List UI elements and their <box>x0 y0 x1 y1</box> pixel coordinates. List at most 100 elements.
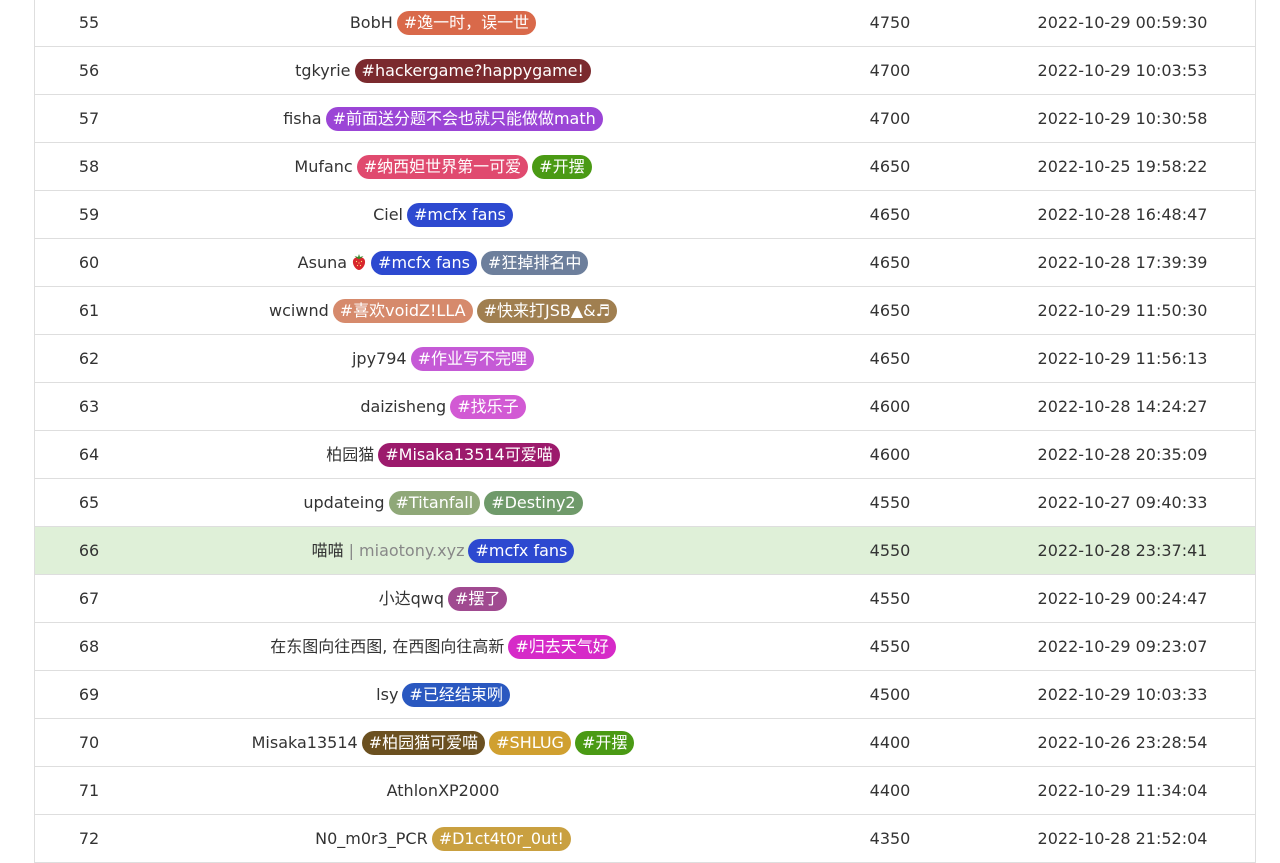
timestamp-cell: 2022-10-29 11:34:04 <box>1037 781 1208 800</box>
rank-cell: 67 <box>78 589 100 608</box>
score-cell: 4550 <box>869 493 911 512</box>
rank-cell: 71 <box>78 781 100 800</box>
rank-cell: 65 <box>78 493 100 512</box>
player-cell: BobH #逸一时，误一世 <box>143 0 743 46</box>
table-row: 64 柏园猫 #Misaka13514可爱喵 4600 2022-10-28 20:35… <box>35 431 1255 479</box>
player-name: Misaka13514 <box>251 733 358 752</box>
timestamp-cell: 2022-10-28 17:39:39 <box>1037 253 1208 272</box>
player-name: jpy794 <box>351 349 407 368</box>
player-tag-badge: #开摆 <box>574 730 635 755</box>
player-site-link[interactable]: miaotony.xyz <box>359 541 464 560</box>
player-tag-badge: #找乐子 <box>450 394 526 419</box>
player-tag-badge: #已经结束咧 <box>402 682 510 707</box>
table-row: 67 小达qwq #摆了 4550 2022-10-29 00:24:47 <box>35 575 1255 623</box>
player-name: Asuna <box>297 253 348 272</box>
rank-cell: 61 <box>78 301 100 320</box>
table-row: 61 wciwnd #喜欢voidZ!LLA #快来打JSB▲&♬ 4650 2022-1… <box>35 287 1255 335</box>
timestamp-cell: 2022-10-29 10:03:33 <box>1037 685 1208 704</box>
player-cell: Ciel #mcfx fans <box>143 191 743 238</box>
player-cell: tgkyrie #hackergame?happygame! <box>143 47 743 94</box>
player-cell: daizisheng #找乐子 <box>143 383 743 430</box>
score-cell: 4500 <box>869 685 911 704</box>
player-cell: N0_m0r3_PCR #D1ct4t0r_0ut! <box>143 815 743 862</box>
table-row: 59 Ciel #mcfx fans 4650 2022-10-28 16:48:47 <box>35 191 1255 239</box>
timestamp-cell: 2022-10-29 00:59:30 <box>1037 13 1208 32</box>
rank-cell: 64 <box>78 445 100 464</box>
scoreboard-table: 55 BobH #逸一时，误一世 4750 2022-10-29 00:59:30 56 t… <box>34 0 1256 863</box>
table-row: 70 Misaka13514 #柏园猫可爱喵 #SHLUG #开摆 4400 2022-10… <box>35 719 1255 767</box>
player-name: BobH <box>349 13 393 32</box>
player-cell: Mufanc #纳西妲世界第一可爱 #开摆 <box>143 143 743 190</box>
player-tag-badge: #Destiny2 <box>484 490 583 515</box>
player-name: tgkyrie <box>295 61 351 80</box>
rank-cell: 59 <box>78 205 100 224</box>
score-cell: 4650 <box>869 253 911 272</box>
player-name: 在东图向往西图, 在西图向往高新 <box>270 637 505 656</box>
timestamp-cell: 2022-10-28 16:48:47 <box>1037 205 1208 224</box>
score-cell: 4400 <box>869 781 911 800</box>
player-tag-badge: #SHLUG <box>489 730 571 755</box>
player-cell: 在东图向往西图, 在西图向往高新 #归去天气好 <box>143 623 743 670</box>
player-name: lsy <box>376 685 399 704</box>
table-row: 57 fisha #前面送分题不会也就只能做做math 4700 2022-10-29 … <box>35 95 1255 143</box>
rank-cell: 55 <box>78 13 100 32</box>
player-tag-badge: #摆了 <box>447 586 508 611</box>
player-name: N0_m0r3_PCR <box>315 829 428 848</box>
player-tag-badge: #柏园猫可爱喵 <box>361 730 486 755</box>
timestamp-cell: 2022-10-28 14:24:27 <box>1037 397 1208 416</box>
timestamp-cell: 2022-10-25 19:58:22 <box>1037 157 1208 176</box>
player-cell: 喵喵 | miaotony.xyz #mcfx fans <box>143 527 743 574</box>
table-row: 60 Asuna #mcfx fans #狂掉排名中 4650 2022-10-28 17… <box>35 239 1255 287</box>
player-cell: fisha #前面送分题不会也就只能做做math <box>143 95 743 142</box>
timestamp-cell: 2022-10-29 09:23:07 <box>1037 637 1208 656</box>
timestamp-cell: 2022-10-27 09:40:33 <box>1037 493 1208 512</box>
timestamp-cell: 2022-10-28 23:37:41 <box>1037 541 1208 560</box>
player-tag-badge: #纳西妲世界第一可爱 <box>356 154 529 179</box>
timestamp-cell: 2022-10-26 23:28:54 <box>1037 733 1208 752</box>
player-tag-badge: #归去天气好 <box>508 634 616 659</box>
table-row: 58 Mufanc #纳西妲世界第一可爱 #开摆 4650 2022-10-25 19:5… <box>35 143 1255 191</box>
player-name: updateing <box>303 493 385 512</box>
player-name: AthlonXP2000 <box>386 781 500 800</box>
timestamp-cell: 2022-10-29 10:03:53 <box>1037 61 1208 80</box>
player-cell: lsy #已经结束咧 <box>143 671 743 718</box>
player-cell: jpy794 #作业写不完哩 <box>143 335 743 382</box>
score-cell: 4550 <box>869 637 911 656</box>
player-cell: 柏园猫 #Misaka13514可爱喵 <box>143 431 743 478</box>
timestamp-cell: 2022-10-28 21:52:04 <box>1037 829 1208 848</box>
player-cell: AthlonXP2000 <box>143 767 743 814</box>
table-row: 69 lsy #已经结束咧 4500 2022-10-29 10:03:33 <box>35 671 1255 719</box>
score-cell: 4650 <box>869 157 911 176</box>
score-cell: 4650 <box>869 301 911 320</box>
score-cell: 4650 <box>869 349 911 368</box>
player-name: daizisheng <box>360 397 447 416</box>
player-tag-badge: #Titanfall <box>388 490 481 515</box>
table-row: 66 喵喵 | miaotony.xyz #mcfx fans 4550 2022-10-2… <box>35 527 1255 575</box>
timestamp-cell: 2022-10-29 11:56:13 <box>1037 349 1208 368</box>
table-row: 63 daizisheng #找乐子 4600 2022-10-28 14:24:27 <box>35 383 1255 431</box>
score-cell: 4700 <box>869 61 911 80</box>
score-cell: 4750 <box>869 13 911 32</box>
rank-cell: 63 <box>78 397 100 416</box>
player-tag-badge: #狂掉排名中 <box>480 250 589 275</box>
player-tag-badge: #mcfx fans <box>371 250 477 275</box>
score-cell: 4350 <box>869 829 911 848</box>
player-cell: wciwnd #喜欢voidZ!LLA #快来打JSB▲&♬ <box>143 287 743 334</box>
player-tag-badge: #Misaka13514可爱喵 <box>378 442 560 467</box>
player-tag-badge: #mcfx fans <box>407 202 513 227</box>
rank-cell: 56 <box>78 61 100 80</box>
table-row: 62 jpy794 #作业写不完哩 4650 2022-10-29 11:56:13 <box>35 335 1255 383</box>
player-tag-badge: #hackergame?happygame! <box>354 58 591 83</box>
timestamp-cell: 2022-10-29 00:24:47 <box>1037 589 1208 608</box>
table-row: 65 updateing #Titanfall #Destiny2 4550 2022-1… <box>35 479 1255 527</box>
table-row: 68 在东图向往西图, 在西图向往高新 #归去天气好 4550 2022-10-29 0… <box>35 623 1255 671</box>
score-cell: 4550 <box>869 589 911 608</box>
score-cell: 4600 <box>869 397 911 416</box>
player-cell: Asuna #mcfx fans #狂掉排名中 <box>143 239 743 286</box>
player-tag-badge: #喜欢voidZ!LLA <box>332 298 473 323</box>
rank-cell: 58 <box>78 157 100 176</box>
rank-cell: 57 <box>78 109 100 128</box>
score-cell: 4700 <box>869 109 911 128</box>
rank-cell: 68 <box>78 637 100 656</box>
timestamp-cell: 2022-10-28 20:35:09 <box>1037 445 1208 464</box>
